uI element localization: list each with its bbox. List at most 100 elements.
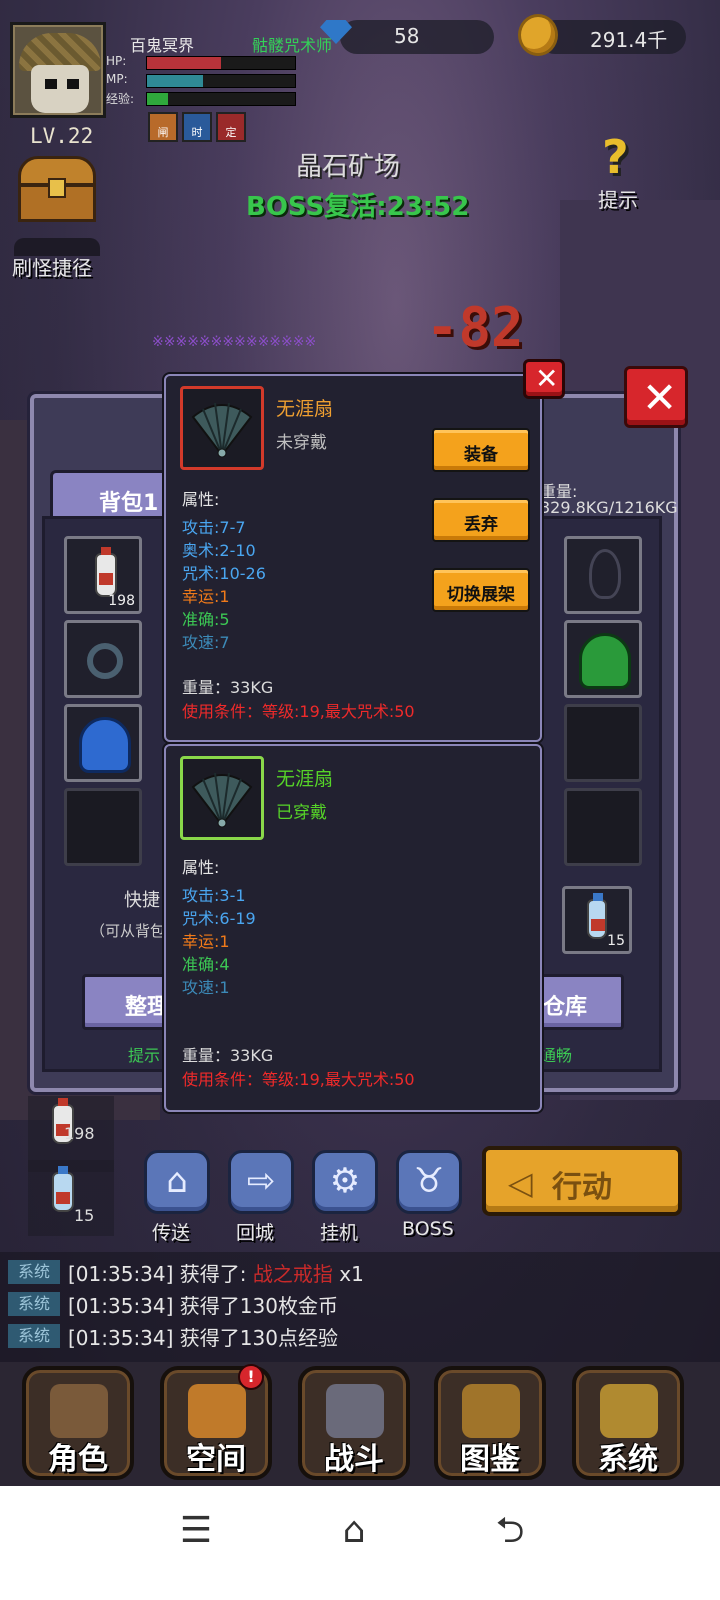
log-text: [01:35:34] 获得了: 战之戒指 x1: [68, 1258, 364, 1287]
item-new-attr-title: 属性:: [182, 490, 220, 509]
avatar-skull: [31, 65, 89, 113]
item-new-requirement: 使用条件：等级:19,最大咒术:50: [182, 702, 415, 721]
blue-potion-icon: [587, 893, 607, 939]
log-prefix: 获得了130点经验: [179, 1326, 338, 1350]
nav-codex[interactable]: 图鉴: [434, 1366, 546, 1480]
discard-button[interactable]: 丢弃: [432, 498, 530, 542]
red-potion-icon: [95, 547, 117, 597]
home-icon: ⌂: [166, 1161, 188, 1201]
log-text: [01:35:34] 获得了130枚金币: [68, 1290, 338, 1319]
bag-slot-blue-helmet[interactable]: [64, 704, 142, 782]
nav-battle[interactable]: 战斗: [298, 1366, 410, 1480]
quick-potion-blue[interactable]: 15: [28, 1160, 114, 1236]
bag-slot-red-potion[interactable]: 198: [64, 536, 142, 614]
gear-icon: [600, 1384, 658, 1438]
log-text: [01:35:34] 获得了130点经验: [68, 1322, 338, 1351]
bag-slot-green-helmet[interactable]: [564, 620, 642, 698]
exp-bar-fill: [147, 93, 168, 105]
bag-tip-left: 提示: [128, 1046, 161, 1065]
avatar-eye-right: [67, 79, 79, 89]
log-tag: 系统: [8, 1260, 60, 1284]
log-time: [01:35:34]: [68, 1326, 174, 1350]
amulet-icon: [589, 549, 621, 599]
return-city-label: 回城: [236, 1222, 275, 1244]
treasure-chest-icon[interactable]: [18, 156, 96, 222]
back-icon[interactable]: ⮌: [480, 1506, 540, 1556]
close-icon: ✕: [535, 362, 559, 395]
boss-respawn-timer: BOSS复活:23:52: [246, 192, 470, 222]
item-attribute: 准确:4: [182, 955, 230, 974]
teleport-label: 传送: [152, 1222, 191, 1244]
equip-button[interactable]: 装备: [432, 428, 530, 472]
bag-slot-empty[interactable]: [564, 788, 642, 866]
sword-icon: [326, 1384, 384, 1438]
item-attribute: 幸运:1: [182, 587, 230, 606]
player-name: 百鬼冥界: [130, 36, 195, 55]
log-tag: 系统: [8, 1292, 60, 1316]
monster-shortcut-button[interactable]: 刷怪捷径: [12, 252, 92, 281]
hp-label: HP:: [106, 54, 127, 68]
bag-slot-empty[interactable]: [64, 788, 142, 866]
item-attribute: 准确:5: [182, 610, 230, 629]
item-attribute: 奥术:2-10: [182, 541, 256, 560]
close-bag-button[interactable]: ✕: [624, 366, 688, 428]
gold-coin-icon: [518, 14, 558, 56]
teleport-button[interactable]: ⌂: [144, 1150, 210, 1214]
item-attribute: 攻击:3-1: [182, 886, 246, 905]
item-detail-new: 无涯扇 未穿戴 属性: 攻击:7-7 奥术:2-10 咒术:10-26 幸运:1 准确:…: [164, 374, 542, 742]
close-item-detail-button[interactable]: ✕: [523, 359, 565, 399]
item-new-weight: 重量：33KG: [182, 678, 274, 697]
bag-slot-ring[interactable]: [64, 620, 142, 698]
gem-count: 58: [394, 24, 420, 48]
quick-slot-title: 快捷: [124, 890, 160, 911]
equip-button-label: 装备: [464, 445, 498, 465]
blue-helmet-icon: [79, 717, 131, 773]
nav-character[interactable]: 角色: [22, 1366, 134, 1480]
gear-icon: ⚙: [329, 1161, 361, 1201]
bag-slot-empty[interactable]: [564, 704, 642, 782]
boss-button[interactable]: ♉: [396, 1150, 462, 1214]
fan-icon: [191, 402, 253, 458]
gold-count: 291.4千: [590, 28, 668, 52]
exit-icon: ⇨: [246, 1161, 276, 1201]
mp-label: MP:: [106, 72, 128, 86]
buff-icon-1[interactable]: 闸: [148, 112, 178, 142]
bag-tip-right: 通畅: [540, 1046, 573, 1065]
log-suffix: x1: [339, 1262, 364, 1286]
chest-lock: [48, 178, 66, 198]
item-attribute: 攻速:1: [182, 978, 230, 997]
quick-red-count: 198: [64, 1124, 95, 1143]
player-avatar[interactable]: [10, 22, 106, 118]
hint-button-label[interactable]: 提示: [598, 184, 638, 213]
idle-label: 挂机: [320, 1222, 359, 1244]
book-icon: [462, 1384, 520, 1438]
question-mark-icon[interactable]: ?: [592, 130, 646, 186]
buff-icon-3[interactable]: 定: [216, 112, 246, 142]
quick-slot-blue-potion[interactable]: 15: [562, 886, 632, 954]
home-icon[interactable]: ⌂: [324, 1506, 384, 1556]
item-attribute: 攻击:7-7: [182, 518, 246, 537]
log-tag: 系统: [8, 1324, 60, 1348]
nav-system[interactable]: 系统: [572, 1366, 684, 1480]
idle-button[interactable]: ⚙: [312, 1150, 378, 1214]
item-equipped-name: 无涯扇: [276, 768, 334, 790]
action-go-button[interactable]: ◁ 行动: [482, 1146, 682, 1216]
bag-slot-amulet[interactable]: [564, 536, 642, 614]
buff-icon-2[interactable]: 时: [182, 112, 212, 142]
notification-badge: !: [238, 1364, 264, 1390]
return-city-button[interactable]: ⇨: [228, 1150, 294, 1214]
mp-bar-fill: [147, 75, 204, 87]
hp-bar: [146, 56, 296, 70]
exp-bar: [146, 92, 296, 106]
boss-label: BOSS: [402, 1218, 454, 1240]
item-new-frame: [180, 386, 264, 470]
storage-button[interactable]: 仓库: [530, 974, 624, 1030]
switch-rack-button[interactable]: 切换展架: [432, 568, 530, 612]
tab-bag-1-label: 背包1: [99, 491, 159, 516]
menu-icon[interactable]: ☰: [166, 1506, 226, 1556]
switch-rack-button-label: 切换展架: [447, 585, 515, 605]
backpack-icon: [188, 1384, 246, 1438]
log-time: [01:35:34]: [68, 1294, 174, 1318]
slot-count: 15: [607, 933, 625, 949]
sort-button-label: 整理: [125, 995, 170, 1020]
